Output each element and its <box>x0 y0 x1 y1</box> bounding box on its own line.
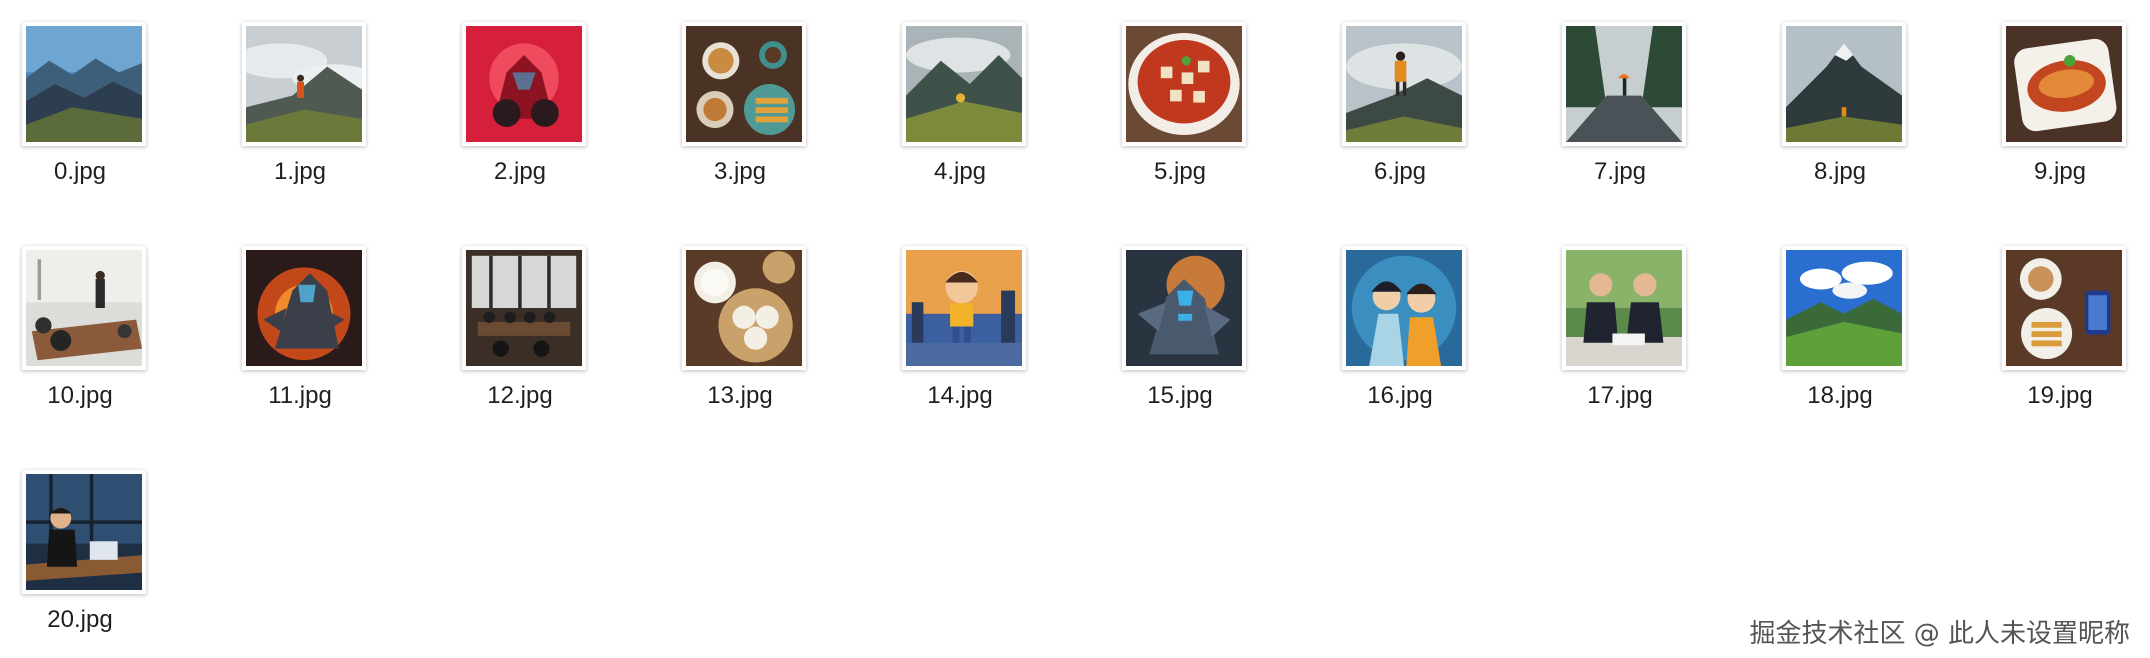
mapo-tofu-icon[interactable] <box>1122 22 1246 146</box>
blue-mecha-icon[interactable] <box>1122 246 1246 370</box>
file-item[interactable]: 5.jpg <box>1100 0 1260 200</box>
file-name: 17.jpg <box>1587 382 1653 409</box>
file-item[interactable]: 12.jpg <box>440 224 600 424</box>
mountain-path-icon[interactable] <box>902 22 1026 146</box>
conference-hall-icon[interactable] <box>462 246 586 370</box>
file-item[interactable]: 0.jpg <box>0 0 160 200</box>
file-name: 1.jpg <box>273 158 327 185</box>
red-mecha-icon[interactable] <box>462 22 586 146</box>
file-name: 0.jpg <box>53 158 107 185</box>
file-name: 12.jpg <box>487 382 553 409</box>
anime-boys-icon[interactable] <box>1342 246 1466 370</box>
file-name: 18.jpg <box>1807 382 1873 409</box>
mountain-valley-icon[interactable] <box>22 22 146 146</box>
watermark-text: 掘金技术社区 @ 此人未设置昵称 <box>1749 619 2130 649</box>
file-item[interactable]: 18.jpg <box>1760 224 1920 424</box>
file-item[interactable]: 16.jpg <box>1320 224 1480 424</box>
file-name: 20.jpg <box>47 606 113 633</box>
file-item[interactable]: 15.jpg <box>1100 224 1260 424</box>
file-item[interactable]: 7.jpg <box>1540 0 1700 200</box>
file-item[interactable]: 4.jpg <box>880 0 1040 200</box>
cartoon-boy-icon[interactable] <box>902 246 1026 370</box>
business-men-icon[interactable] <box>1562 246 1686 370</box>
file-item[interactable]: 8.jpg <box>1760 0 1920 200</box>
hiker-peak-icon[interactable] <box>1782 22 1906 146</box>
breakfast-table-icon[interactable] <box>682 22 806 146</box>
green-valley-icon[interactable] <box>1782 246 1906 370</box>
file-name: 9.jpg <box>2033 158 2087 185</box>
file-grid: 0.jpg 1.jpg 2.jpg 3.jpg 4.jpg 5.jpg 6.jp… <box>0 0 2150 658</box>
file-item[interactable]: 19.jpg <box>1980 224 2140 424</box>
file-name: 2.jpg <box>493 158 547 185</box>
file-name: 11.jpg <box>268 382 332 409</box>
file-name: 5.jpg <box>1153 158 1207 185</box>
hiker-summit-icon[interactable] <box>1342 22 1466 146</box>
hiker-mountain-icon[interactable] <box>242 22 366 146</box>
dumplings-icon[interactable] <box>682 246 806 370</box>
file-name: 7.jpg <box>1593 158 1647 185</box>
fish-dish-icon[interactable] <box>2002 22 2126 146</box>
fire-mecha-icon[interactable] <box>242 246 366 370</box>
file-item[interactable]: 10.jpg <box>0 224 160 424</box>
file-name: 3.jpg <box>713 158 767 185</box>
file-item[interactable]: 11.jpg <box>220 224 380 424</box>
file-name: 8.jpg <box>1813 158 1867 185</box>
file-name: 13.jpg <box>707 382 773 409</box>
file-item[interactable]: 1.jpg <box>220 0 380 200</box>
file-name: 19.jpg <box>2027 382 2093 409</box>
coffee-churros-icon[interactable] <box>2002 246 2126 370</box>
file-name: 4.jpg <box>933 158 987 185</box>
file-name: 10.jpg <box>47 382 113 409</box>
file-name: 14.jpg <box>927 382 993 409</box>
file-item[interactable]: 14.jpg <box>880 224 1040 424</box>
file-name: 15.jpg <box>1147 382 1213 409</box>
file-name: 16.jpg <box>1367 382 1433 409</box>
laptop-worker-icon[interactable] <box>22 470 146 594</box>
file-item[interactable]: 6.jpg <box>1320 0 1480 200</box>
file-name: 6.jpg <box>1373 158 1427 185</box>
file-item[interactable]: 17.jpg <box>1540 224 1700 424</box>
rainy-forest-road-icon[interactable] <box>1562 22 1686 146</box>
file-item[interactable]: 20.jpg <box>0 448 160 648</box>
file-item[interactable]: 9.jpg <box>1980 0 2140 200</box>
file-item[interactable]: 13.jpg <box>660 224 820 424</box>
file-item[interactable]: 2.jpg <box>440 0 600 200</box>
meeting-room-icon[interactable] <box>22 246 146 370</box>
file-item[interactable]: 3.jpg <box>660 0 820 200</box>
